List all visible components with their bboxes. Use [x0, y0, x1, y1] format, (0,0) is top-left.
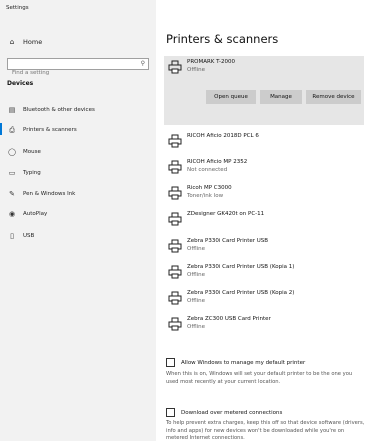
sidebar-item-autoplay[interactable]: ◉ AutoPlay	[7, 208, 47, 220]
printer-icon	[168, 212, 182, 226]
printer-item-selected[interactable]: PROMARK T-2000 Offline Open queue Manage…	[164, 56, 364, 125]
printer-name: Zebra P330i Card Printer USB	[187, 238, 269, 244]
printer-icon	[168, 291, 182, 305]
sidebar-item-typing[interactable]: ▭ Typing	[7, 167, 41, 179]
metered-label: Download over metered connections	[181, 409, 283, 416]
mouse-icon: ◯	[8, 148, 16, 156]
sidebar-item-usb[interactable]: ▯ USB	[7, 230, 34, 242]
metered-checkbox-row[interactable]: Download over metered connections	[166, 408, 282, 417]
autoplay-icon: ◉	[8, 210, 16, 218]
sidebar-item-bluetooth[interactable]: ▤ Bluetooth & other devices	[7, 104, 95, 116]
usb-icon: ▯	[10, 232, 14, 240]
printer-name: RICOH Aficio MP 2352	[187, 159, 248, 165]
sidebar-item-label: USB	[23, 233, 35, 239]
sidebar-home-label: Home	[23, 38, 43, 46]
printer-status: Offline	[187, 272, 206, 278]
printer-icon	[168, 265, 182, 279]
printer-item[interactable]: RICOH Aficio 2018D PCL 6	[164, 130, 364, 154]
remove-device-button[interactable]: Remove device	[306, 90, 361, 104]
sidebar-item-label: Printers & scanners	[23, 127, 77, 133]
title-bar: Settings	[0, 0, 156, 22]
sidebar-item-label: AutoPlay	[23, 211, 48, 217]
metered-help: To help prevent extra charges, keep this…	[166, 420, 365, 441]
printer-item[interactable]: Ricoh MP C3000 Toner/ink low	[164, 182, 364, 206]
sidebar-item-label: Typing	[23, 170, 41, 176]
printer-icon	[168, 160, 182, 174]
sidebar-home[interactable]: ⌂ Home	[7, 36, 42, 48]
printer-status: Offline	[187, 246, 206, 252]
sidebar-item-label: Pen & Windows Ink	[23, 191, 76, 197]
printer-name: Zebra ZC300 USB Card Printer	[187, 316, 271, 322]
sidebar-item-label: Bluetooth & other devices	[23, 107, 95, 113]
manage-button[interactable]: Manage	[260, 90, 302, 104]
sidebar-section-heading: Devices	[7, 80, 34, 87]
printer-icon	[168, 134, 182, 148]
printer-icon	[168, 317, 182, 331]
printer-status: Toner/ink low	[187, 193, 224, 199]
search-icon: ⚲	[140, 60, 145, 67]
printer-icon	[168, 239, 182, 253]
active-indicator	[0, 123, 2, 135]
printer-item[interactable]: ZDesigner GK420t on PC-11	[164, 208, 364, 232]
printer-item[interactable]: Zebra P330i Card Printer USB (Kopia 1) O…	[164, 261, 364, 285]
printer-name: Ricoh MP C3000	[187, 185, 232, 191]
bluetooth-devices-icon: ▤	[8, 106, 16, 114]
sidebar-item-mouse[interactable]: ◯ Mouse	[7, 146, 41, 158]
window-title: Settings	[6, 5, 29, 11]
keyboard-icon: ▭	[8, 169, 16, 177]
printer-icon	[168, 60, 182, 74]
default-printer-label: Allow Windows to manage my default print…	[181, 359, 306, 366]
printer-item[interactable]: RICOH Aficio MP 2352 Not connected	[164, 156, 364, 180]
page-title: Printers & scanners	[166, 32, 279, 46]
search-box[interactable]: ⚲	[7, 58, 149, 78]
printer-icon	[168, 186, 182, 200]
printer-name: RICOH Aficio 2018D PCL 6	[187, 133, 259, 139]
sidebar-item-label: Mouse	[23, 149, 41, 155]
printer-name: Zebra P330i Card Printer USB (Kopia 1)	[187, 264, 295, 270]
printer-name: Zebra P330i Card Printer USB (Kopia 2)	[187, 290, 295, 296]
printer-item[interactable]: Zebra ZC300 USB Card Printer Offline	[164, 313, 364, 337]
printer-status: Offline	[187, 298, 206, 304]
default-printer-checkbox-row[interactable]: Allow Windows to manage my default print…	[166, 358, 305, 367]
metered-checkbox[interactable]	[166, 408, 175, 417]
pen-icon: ✎	[9, 190, 15, 198]
printer-status: Offline	[187, 67, 206, 73]
main-content: Printers & scanners PROMARK T-2000 Offli…	[156, 0, 372, 441]
default-printer-checkbox[interactable]	[166, 358, 175, 367]
printer-name: PROMARK T-2000	[187, 59, 235, 65]
search-input[interactable]	[8, 68, 132, 78]
printer-icon: ⎙	[9, 125, 15, 134]
printer-name: ZDesigner GK420t on PC-11	[187, 211, 265, 217]
printer-item[interactable]: Zebra P330i Card Printer USB Offline	[164, 235, 364, 259]
sidebar-item-pen[interactable]: ✎ Pen & Windows Ink	[7, 188, 75, 200]
printer-status: Not connected	[187, 167, 228, 173]
sidebar: ⌂ Home ⚲ Devices ▤ Bluetooth & other dev…	[0, 22, 156, 441]
home-icon: ⌂	[9, 38, 15, 46]
sidebar-item-printers[interactable]: ⎙ Printers & scanners	[7, 124, 77, 136]
open-queue-button[interactable]: Open queue	[206, 90, 256, 104]
printer-item[interactable]: Zebra P330i Card Printer USB (Kopia 2) O…	[164, 287, 364, 311]
printer-status: Offline	[187, 324, 206, 330]
default-printer-help: When this is on, Windows will set your d…	[166, 371, 353, 385]
